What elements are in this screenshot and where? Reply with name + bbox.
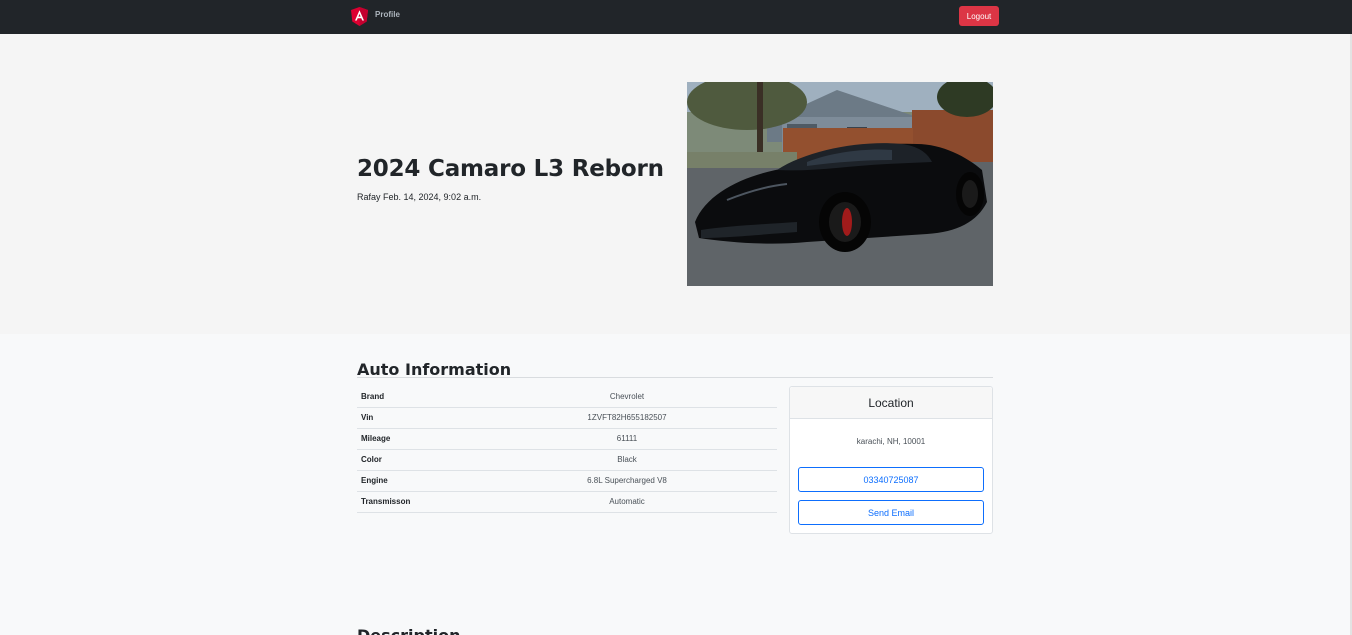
send-email-button[interactable]: Send Email — [798, 500, 984, 525]
location-address: karachi, NH, 10001 — [856, 437, 926, 446]
nav-profile-link[interactable]: Profile — [375, 10, 400, 19]
row-key: Engine — [357, 470, 477, 492]
logout-button[interactable]: Logout — [959, 6, 999, 26]
row-key: Brand — [357, 386, 477, 408]
phone-button[interactable]: 03340725087 — [798, 467, 984, 492]
row-value: 6.8L Supercharged V8 — [477, 470, 777, 492]
location-header: Location — [790, 387, 992, 419]
description-title: Description — [357, 626, 460, 635]
row-key: Transmisson — [357, 491, 477, 513]
section-divider — [357, 377, 993, 378]
listing-title: 2024 Camaro L3 Reborn — [357, 156, 664, 182]
table-row: Transmisson Automatic — [357, 491, 777, 513]
top-navbar: Profile Logout — [0, 0, 1352, 34]
row-value: Chevrolet — [477, 386, 777, 408]
row-value: Black — [477, 449, 777, 471]
hero-section: 2024 Camaro L3 Reborn Rafay Feb. 14, 202… — [0, 34, 1352, 334]
row-key: Vin — [357, 407, 477, 429]
row-key: Mileage — [357, 428, 477, 450]
row-value: 61111 — [477, 428, 777, 450]
table-row: Vin 1ZVFT82H655182507 — [357, 407, 777, 429]
auto-info-table: Brand Chevrolet Vin 1ZVFT82H655182507 Mi… — [357, 386, 777, 513]
listing-meta: Rafay Feb. 14, 2024, 9:02 a.m. — [357, 192, 482, 202]
car-photo — [687, 82, 993, 286]
table-row: Color Black — [357, 449, 777, 471]
table-row: Mileage 61111 — [357, 428, 777, 450]
row-value: Automatic — [477, 491, 777, 513]
row-value: 1ZVFT82H655182507 — [477, 407, 777, 429]
table-row: Engine 6.8L Supercharged V8 — [357, 470, 777, 492]
table-row: Brand Chevrolet — [357, 386, 777, 408]
row-key: Color — [357, 449, 477, 471]
angular-logo-icon[interactable] — [351, 7, 368, 26]
location-card: Location karachi, NH, 10001 03340725087 … — [789, 386, 993, 534]
